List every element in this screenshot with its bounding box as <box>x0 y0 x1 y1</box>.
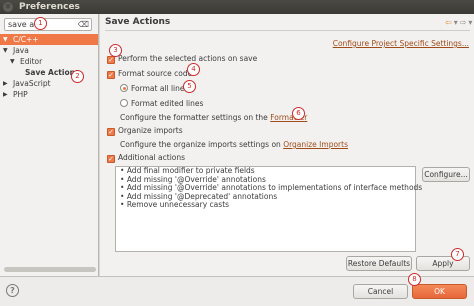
tree-item-javascript[interactable]: ▶ JavaScript <box>0 78 98 89</box>
tree-item-php[interactable]: ▶ PHP <box>0 89 98 100</box>
step-badge-8: 8 <box>408 273 421 286</box>
list-item-text: Remove unnecessary casts <box>126 200 230 209</box>
radio-unselected-icon[interactable] <box>120 99 128 107</box>
tree-item-label: Editor <box>20 57 43 66</box>
formatter-prefix: Configure the formatter settings on the <box>120 113 268 122</box>
checkbox-checked-icon[interactable]: ✓ <box>107 128 115 136</box>
tree-item-label: PHP <box>13 90 28 99</box>
title-bar: ✕ Preferences <box>0 0 474 14</box>
checkbox-checked-icon[interactable]: ✓ <box>107 155 115 163</box>
preferences-navigation: save act ⌫ ▼ C/C++ ▼ Java ▼ Editor Save … <box>0 14 99 276</box>
back-icon[interactable]: ⇦ <box>445 18 454 27</box>
configure-button[interactable]: Configure... <box>422 167 470 182</box>
close-icon[interactable]: ✕ <box>3 2 13 12</box>
page-title: Save Actions <box>105 17 171 27</box>
tree-item-c-cpp[interactable]: ▼ C/C++ <box>0 34 98 45</box>
tree-item-label: JavaScript <box>13 79 51 88</box>
list-item[interactable]: • Remove unnecessary casts <box>116 200 415 210</box>
expanded-arrow-icon[interactable]: ▼ <box>10 56 15 67</box>
perform-actions-option[interactable]: ✓ Perform the selected actions on save <box>107 54 257 64</box>
radio-selected-icon[interactable] <box>120 84 128 92</box>
preference-page: Save Actions ⇦▾⇨▾ Configure Project Spec… <box>100 14 474 276</box>
formatter-settings-text: Configure the formatter settings on the … <box>120 113 307 123</box>
expanded-arrow-icon[interactable]: ▼ <box>3 45 8 56</box>
checkbox-checked-icon[interactable]: ✓ <box>107 71 115 79</box>
tree-item-java[interactable]: ▼ Java <box>0 45 98 56</box>
collapsed-arrow-icon[interactable]: ▶ <box>3 78 8 89</box>
format-source-option[interactable]: ✓ Format source code <box>107 69 192 79</box>
forward-menu-icon[interactable]: ▾ <box>468 18 474 27</box>
step-badge-3: 3 <box>109 44 122 57</box>
tree-item-label: Java <box>13 46 29 55</box>
perform-actions-label: Perform the selected actions on save <box>118 54 258 63</box>
clear-icon[interactable]: ⌫ <box>78 19 89 30</box>
organize-imports-option[interactable]: ✓ Organize imports <box>107 126 183 136</box>
step-badge-7: 7 <box>451 248 464 261</box>
window-title: Preferences <box>19 2 80 12</box>
format-all-lines-option[interactable]: Format all lines <box>120 84 188 94</box>
ok-button[interactable]: OK <box>412 284 467 299</box>
step-badge-2: 2 <box>71 70 84 83</box>
help-icon[interactable]: ? <box>6 284 19 297</box>
format-source-label: Format source code <box>118 69 193 78</box>
organize-prefix: Configure the organize imports settings … <box>120 140 281 149</box>
page-navigation: ⇦▾⇨▾ <box>445 18 474 27</box>
additional-actions-list[interactable]: • Add final modifier to private fields •… <box>115 166 422 252</box>
format-edited-lines-option[interactable]: Format edited lines <box>120 99 203 109</box>
step-badge-1: 1 <box>34 17 47 30</box>
step-badge-5: 5 <box>183 80 196 93</box>
horizontal-scrollbar[interactable] <box>4 267 96 272</box>
tree-item-editor[interactable]: ▼ Editor <box>0 56 98 67</box>
organize-imports-label: Organize imports <box>118 126 183 135</box>
format-edited-lines-label: Format edited lines <box>131 99 204 108</box>
organize-imports-link[interactable]: Organize Imports <box>283 140 348 149</box>
step-badge-6: 6 <box>292 107 305 120</box>
step-badge-4: 4 <box>187 63 200 76</box>
checkbox-checked-icon[interactable]: ✓ <box>107 56 115 64</box>
tree-item-label: C/C++ <box>13 35 39 44</box>
format-all-lines-label: Format all lines <box>131 84 189 93</box>
additional-actions-label: Additional actions <box>118 153 186 162</box>
expanded-arrow-icon[interactable]: ▼ <box>3 34 8 45</box>
restore-defaults-button[interactable]: Restore Defaults <box>346 256 412 271</box>
filter-input[interactable]: save act ⌫ <box>4 18 92 31</box>
organize-imports-settings-text: Configure the organize imports settings … <box>120 140 348 150</box>
collapsed-arrow-icon[interactable]: ▶ <box>3 89 8 100</box>
configure-project-settings-link[interactable]: Configure Project Specific Settings... <box>333 39 469 48</box>
additional-actions-option[interactable]: ✓ Additional actions <box>107 153 185 163</box>
cancel-button[interactable]: Cancel <box>353 284 408 299</box>
dialog-footer: ? Cancel OK <box>0 276 474 306</box>
preferences-tree: ▼ C/C++ ▼ Java ▼ Editor Save Actions ▶ J… <box>0 34 98 100</box>
header-divider <box>105 30 470 31</box>
